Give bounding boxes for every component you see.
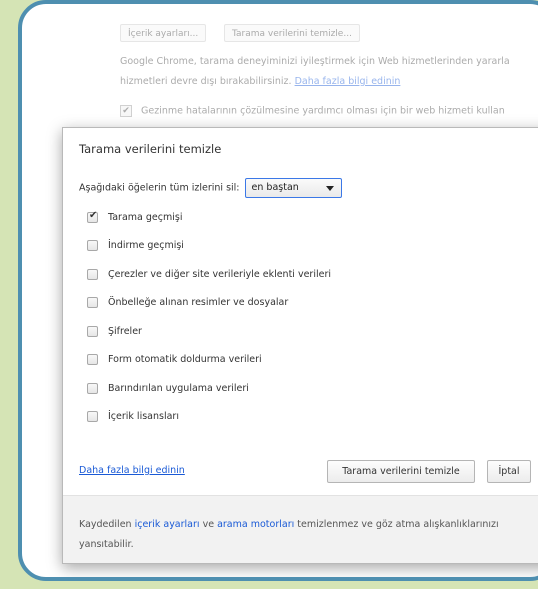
- option-label: Şifreler: [108, 326, 142, 337]
- time-period-select[interactable]: en baştan: [244, 178, 342, 198]
- option-label: Barındırılan uygulama verileri: [108, 383, 249, 394]
- option-label: Form otomatik doldurma verileri: [108, 354, 262, 365]
- clear-data-button[interactable]: Tarama verilerini temizle: [327, 460, 475, 483]
- option-download-history[interactable]: İndirme geçmişi: [87, 240, 184, 251]
- content-settings-button[interactable]: İçerik ayarları...: [120, 24, 207, 42]
- checkbox-download-history[interactable]: [87, 240, 98, 251]
- option-label: İçerik lisansları: [108, 411, 179, 422]
- option-label: Çerezler ve diğer site verileriyle eklen…: [108, 269, 331, 280]
- footer-middle: ve: [202, 519, 215, 530]
- option-passwords[interactable]: Şifreler: [87, 326, 142, 337]
- privacy-description-2: hizmetleri devre dışı bırakabilirsiniz. …: [120, 76, 400, 87]
- checkbox-cookies[interactable]: [87, 269, 98, 280]
- learn-more-link-bg[interactable]: Daha fazla bilgi edinin: [295, 76, 401, 87]
- checkbox-cache[interactable]: [87, 297, 98, 308]
- content-settings-link[interactable]: içerik ayarları: [135, 519, 200, 530]
- navigation-error-checkbox[interactable]: ✔: [120, 105, 132, 117]
- option-label: Önbelleğe alınan resimler ve dosyalar: [108, 297, 289, 308]
- checkbox-passwords[interactable]: [87, 326, 98, 337]
- window-frame: İçerik ayarları... Tarama verilerini tem…: [18, 0, 538, 581]
- privacy-description: Google Chrome, tarama deneyiminizi iyile…: [120, 56, 510, 67]
- option-label: İndirme geçmişi: [108, 240, 184, 251]
- option-label: Tarama geçmişi: [108, 212, 183, 223]
- time-period-row: Aşağıdaki öğelerin tüm izlerini sil: en …: [79, 178, 342, 198]
- navigation-error-setting: ✔ Gezinme hatalarının çözülmesine yardım…: [120, 105, 505, 117]
- dropdown-arrow-icon: [325, 186, 334, 191]
- checkbox-hosted-app-data[interactable]: [87, 383, 98, 394]
- checkbox-content-licenses[interactable]: [87, 411, 98, 422]
- dialog-footer: Kaydedilen içerik ayarları ve arama moto…: [63, 495, 538, 563]
- time-period-value: en baştan: [251, 182, 299, 193]
- checkbox-autofill[interactable]: [87, 354, 98, 365]
- cancel-button[interactable]: İptal: [487, 460, 531, 483]
- footer-prefix: Kaydedilen: [79, 519, 132, 530]
- privacy-description-text: hizmetleri devre dışı bırakabilirsiniz.: [120, 76, 292, 87]
- clear-browsing-data-button-bg[interactable]: Tarama verilerini temizle...: [224, 24, 360, 42]
- footer-note: Kaydedilen içerik ayarları ve arama moto…: [79, 515, 538, 555]
- navigation-error-label: Gezinme hatalarının çözülmesine yardımcı…: [141, 105, 505, 117]
- time-period-label: Aşağıdaki öğelerin tüm izlerini sil:: [79, 182, 240, 194]
- clear-browsing-data-dialog: Tarama verilerini temizle × Aşağıdaki öğ…: [62, 127, 538, 564]
- learn-more-link[interactable]: Daha fazla bilgi edinin: [79, 465, 185, 476]
- option-cookies[interactable]: Çerezler ve diğer site verileriyle eklen…: [87, 269, 331, 280]
- checkbox-browsing-history[interactable]: [87, 210, 98, 223]
- option-autofill[interactable]: Form otomatik doldurma verileri: [87, 354, 262, 365]
- option-cache[interactable]: Önbelleğe alınan resimler ve dosyalar: [87, 297, 288, 308]
- option-hosted-app-data[interactable]: Barındırılan uygulama verileri: [87, 383, 249, 394]
- option-browsing-history[interactable]: Tarama geçmişi: [87, 210, 183, 223]
- search-engines-link[interactable]: arama motorları: [217, 519, 294, 530]
- option-content-licenses[interactable]: İçerik lisansları: [87, 411, 179, 422]
- dialog-title: Tarama verilerini temizle: [79, 142, 222, 156]
